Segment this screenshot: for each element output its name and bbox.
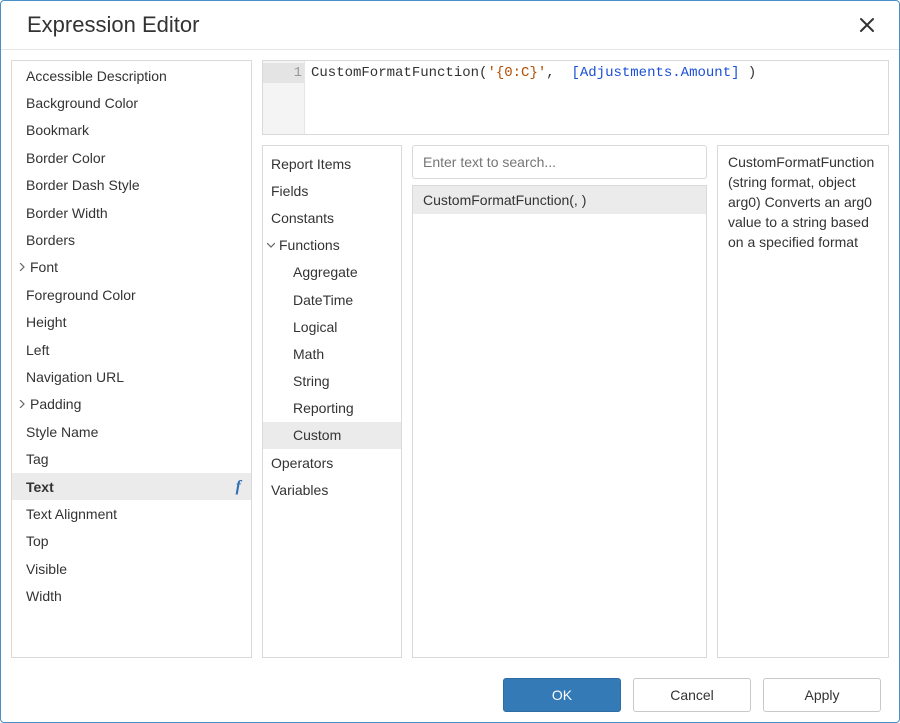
property-item[interactable]: Padding [12,391,251,418]
category-item[interactable]: Report Items [263,150,401,177]
category-label: Fields [271,183,308,199]
property-label: Font [30,259,58,275]
property-label: Foreground Color [26,287,136,303]
token-field: [Adjustments.Amount] [571,65,739,81]
property-item[interactable]: Visible [12,555,251,582]
property-label: Navigation URL [26,369,124,385]
cancel-button[interactable]: Cancel [633,678,751,712]
token-close: ) [740,65,757,81]
property-label: Border Width [26,205,108,221]
category-item[interactable]: Fields [263,177,401,204]
property-item[interactable]: Foreground Color [12,281,251,308]
line-gutter: 1 [263,61,305,134]
function-list[interactable]: CustomFormatFunction(, ) [412,185,707,658]
line-number: 1 [263,63,304,83]
property-item[interactable]: Bookmark [12,117,251,144]
token-string: '{0:C}' [487,65,546,81]
property-item[interactable]: Top [12,528,251,555]
property-item[interactable]: Borders [12,226,251,253]
fx-icon: f [236,478,241,496]
category-item[interactable]: Reporting [263,395,401,422]
chevron-down-icon [265,239,277,251]
expression-editor-dialog: Expression Editor Accessible Description… [0,0,900,723]
property-item[interactable]: Width [12,582,251,609]
property-label: Background Color [26,95,138,111]
category-item[interactable]: Operators [263,449,401,476]
property-item[interactable]: Border Dash Style [12,172,251,199]
category-label: Variables [271,482,328,498]
dialog-title: Expression Editor [27,12,199,38]
property-label: Padding [30,396,81,412]
dialog-body: Accessible Description Background Color Bo… [1,50,899,668]
property-list[interactable]: Accessible Description Background Color Bo… [11,60,252,658]
category-label: DateTime [293,292,353,308]
category-item[interactable]: Functions [263,232,401,259]
property-label: Tag [26,451,49,467]
property-item[interactable]: Text Alignment [12,500,251,527]
property-label: Border Color [26,150,105,166]
property-item[interactable]: Left [12,336,251,363]
property-item[interactable]: Background Color [12,89,251,116]
token-fn: CustomFormatFunction( [311,65,487,81]
category-label: Constants [271,210,334,226]
property-item[interactable]: Style Name [12,418,251,445]
property-label: Left [26,342,49,358]
expression-editor[interactable]: 1 CustomFormatFunction('{0:C}', [Adjustm… [262,60,889,135]
property-item[interactable]: Navigation URL [12,363,251,390]
category-panel[interactable]: Report Items Fields Constants Functions Aggr… [262,145,402,658]
description-panel: CustomFormatFunction(string format, obje… [717,145,889,658]
category-label: String [293,373,330,389]
dialog-footer: OK Cancel Apply [1,668,899,722]
search-input[interactable] [412,145,707,179]
property-label: Visible [26,561,67,577]
property-item[interactable]: Border Color [12,144,251,171]
category-item[interactable]: Custom [263,422,401,449]
category-item[interactable]: Aggregate [263,259,401,286]
apply-button[interactable]: Apply [763,678,881,712]
property-label: Height [26,314,66,330]
property-item[interactable]: Accessible Description [12,62,251,89]
category-item[interactable]: Variables [263,476,401,503]
function-item[interactable]: CustomFormatFunction(, ) [413,186,706,214]
titlebar: Expression Editor [1,1,899,50]
property-label: Border Dash Style [26,177,140,193]
property-label: Borders [26,232,75,248]
property-label: Style Name [26,424,98,440]
category-label: Report Items [271,156,351,172]
category-item[interactable]: Math [263,340,401,367]
category-label: Reporting [293,400,354,416]
property-item[interactable]: Font [12,254,251,281]
property-item[interactable]: Tag [12,445,251,472]
category-item[interactable]: DateTime [263,286,401,313]
category-label: Operators [271,455,333,471]
token-sep: , [546,65,571,81]
ok-button[interactable]: OK [503,678,621,712]
property-label: Top [26,533,49,549]
property-label: Text [26,479,54,495]
chevron-right-icon [16,261,28,273]
property-label: Width [26,588,62,604]
category-label: Aggregate [293,264,358,280]
category-label: Custom [293,427,341,443]
property-label: Accessible Description [26,68,167,84]
picker-row: Report Items Fields Constants Functions Aggr… [262,145,889,658]
property-label: Bookmark [26,122,89,138]
category-item[interactable]: String [263,368,401,395]
chevron-right-icon [16,398,28,410]
category-label: Logical [293,319,337,335]
close-icon[interactable] [853,11,881,39]
category-item[interactable]: Logical [263,313,401,340]
property-item[interactable]: Height [12,309,251,336]
category-label: Math [293,346,324,362]
property-item[interactable]: Border Width [12,199,251,226]
right-column: 1 CustomFormatFunction('{0:C}', [Adjustm… [262,60,889,658]
category-item[interactable]: Constants [263,204,401,231]
expression-code[interactable]: CustomFormatFunction('{0:C}', [Adjustmen… [305,61,888,134]
category-label: Functions [279,237,340,253]
property-item[interactable]: Text f [12,473,251,500]
function-panel: CustomFormatFunction(, ) [412,145,707,658]
property-label: Text Alignment [26,506,117,522]
